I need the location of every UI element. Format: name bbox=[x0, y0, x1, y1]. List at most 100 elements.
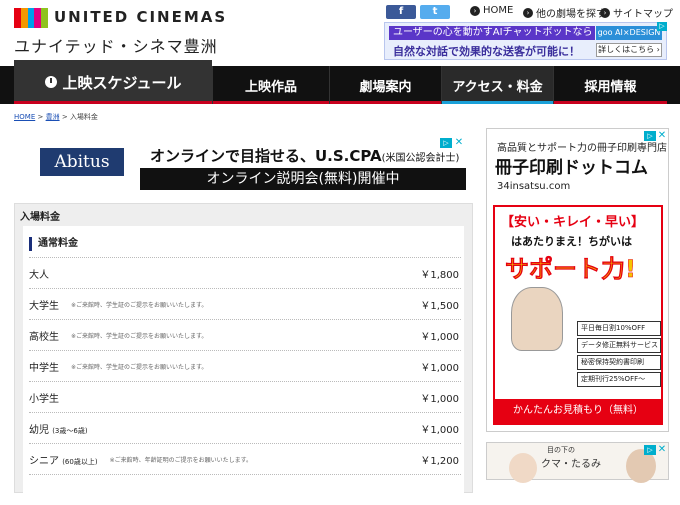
price-row: 中学生 ※ご来館時、学生証のご提示をお願いいたします。 ￥1,000 bbox=[29, 350, 461, 381]
price-row: 幼児 (3歳〜6歳) ￥1,000 bbox=[29, 412, 461, 443]
side-banner-ad-2[interactable]: 目の下の クマ・たるみ ▷ ✕ bbox=[486, 442, 669, 483]
find-theater-label: 他の劇場を探す bbox=[536, 9, 606, 20]
nav-indicator bbox=[14, 101, 212, 104]
banner-line1: ユーザーの心を動かすAIチャットボットなら bbox=[389, 26, 595, 40]
sitemap-link[interactable]: › サイトマップ bbox=[600, 5, 673, 20]
twitter-icon[interactable]: t bbox=[420, 5, 450, 19]
breadcrumb: HOME > 豊洲 > 入場料金 bbox=[14, 112, 98, 122]
home-link[interactable]: › HOME bbox=[470, 5, 513, 16]
side-ad-box: 【安い・キレイ・早い】 はあたりまえ！ちがいは サポート力! 平日毎日割10%O… bbox=[493, 205, 663, 425]
side-ad-headline: 【安い・キレイ・早い】 bbox=[501, 215, 645, 230]
find-theater-link[interactable]: › 他の劇場を探す bbox=[523, 5, 606, 20]
ticket-price: ￥1,000 bbox=[420, 362, 459, 374]
banner-button[interactable]: 詳しくはこちら › bbox=[596, 43, 662, 57]
close-icon[interactable]: ✕ bbox=[454, 138, 464, 148]
ticket-type-sub: (3歳〜6歳) bbox=[52, 426, 88, 435]
ad-choice-icon[interactable]: ▷ bbox=[657, 22, 667, 31]
price-row: 大人 ￥1,800 bbox=[29, 257, 461, 288]
ticket-type-sub: (60歳以上) bbox=[62, 457, 98, 466]
breadcrumb-toyosu[interactable]: 豊洲 bbox=[46, 113, 60, 121]
theater-name: ユナイテッド・シネマ豊洲 bbox=[14, 37, 218, 56]
side-ad-tagline: 高品質とサポート力の冊子印刷専門店 bbox=[497, 143, 667, 154]
ad-headline-main: オンラインで目指せる、U.S.CPA bbox=[150, 147, 382, 165]
nav-schedule-label: 上映スケジュール bbox=[62, 73, 182, 92]
price-row: 大学生 ※ご来館時、学生証のご提示をお願いいたします。 ￥1,500 bbox=[29, 288, 461, 319]
nav-schedule[interactable]: 上映スケジュール bbox=[14, 60, 212, 104]
price-table: 通常料金 大人 ￥1,800 大学生 ※ご来館時、学生証のご提示をお願いいたしま… bbox=[23, 226, 464, 496]
banner-brand: goo AI×DESIGN bbox=[596, 26, 662, 40]
feature-item: 定期刊行25%OFF〜 bbox=[577, 372, 661, 387]
price-row: 高校生 ※ご来館時、学生証のご提示をお願いいたします。 ￥1,000 bbox=[29, 319, 461, 350]
breadcrumb-current: 入場料金 bbox=[69, 113, 98, 121]
home-icon: › bbox=[470, 5, 480, 16]
feature-list: 平日毎日割10%OFF データ修正無料サービス 秘密保持契約書印刷 定期刊行25… bbox=[577, 321, 661, 389]
nav-indicator bbox=[554, 101, 667, 104]
nav-indicator bbox=[213, 101, 329, 104]
clock-icon bbox=[44, 76, 57, 88]
person-image bbox=[509, 453, 537, 483]
ad-choice-icon[interactable]: ▷ bbox=[644, 445, 656, 455]
nav-indicator bbox=[442, 101, 553, 104]
ticket-note: ※ご来館時、学生証のご提示をお願いいたします。 bbox=[71, 363, 208, 371]
ticket-type: 幼児 (3歳〜6歳) bbox=[29, 421, 88, 436]
nav-movies[interactable]: 上映作品 bbox=[212, 66, 329, 104]
estimate-button[interactable]: かんたんお見積もり（無料） bbox=[495, 399, 661, 423]
sitemap-label: サイトマップ bbox=[613, 9, 673, 20]
ticket-type: 中学生 bbox=[29, 362, 59, 374]
price-row: シニア (60歳以上) ※ご来館時、年齢証明のご提示をお願いいたします。 ￥1,… bbox=[29, 443, 461, 474]
side-ad-sub: はあたりまえ！ちがいは bbox=[511, 235, 632, 248]
main-banner-ad[interactable]: Abitus オンラインで目指せる、U.S.CPA(米国公認会計士) オンライン… bbox=[14, 136, 466, 194]
close-icon[interactable]: ✕ bbox=[657, 445, 667, 455]
facebook-icon[interactable]: f bbox=[386, 5, 416, 19]
ticket-type: シニア (60歳以上) bbox=[29, 452, 98, 467]
ticket-price: ￥1,500 bbox=[420, 300, 459, 312]
ticket-price: ￥1,000 bbox=[420, 424, 459, 436]
breadcrumb-separator: > bbox=[37, 113, 44, 121]
side-ad2-line2: クマ・たるみ bbox=[541, 459, 601, 470]
ticket-type: 小学生 bbox=[29, 393, 59, 405]
ad-headline: オンラインで目指せる、U.S.CPA(米国公認会計士) bbox=[150, 145, 459, 166]
ticket-note: ※ご来館時、学生証のご提示をお願いいたします。 bbox=[71, 332, 208, 340]
ticket-type: 大人 bbox=[29, 269, 49, 281]
main-nav: 上映スケジュール 上映作品 劇場案内 アクセス・料金 採用情報 bbox=[0, 60, 680, 104]
ticket-price: ￥1,800 bbox=[420, 269, 459, 281]
side-ad-url: 34insatsu.com bbox=[497, 181, 571, 192]
home-link-label: HOME bbox=[483, 5, 514, 16]
ticket-note: ※ご来館時、年齢証明のご提示をお願いいたします。 bbox=[109, 456, 252, 464]
ticket-note: ※ご来館時、学生証のご提示をお願いいたします。 bbox=[71, 301, 208, 309]
ad-choice-icon[interactable]: ▷ bbox=[440, 138, 452, 148]
nav-theater-info[interactable]: 劇場案内 bbox=[329, 66, 441, 104]
breadcrumb-separator: > bbox=[61, 113, 68, 121]
side-ad2-line1: 目の下の bbox=[547, 446, 575, 454]
nav-recruit-label: 採用情報 bbox=[584, 79, 637, 95]
nav-access-label: アクセス・料金 bbox=[452, 79, 543, 95]
ticket-type-name: シニア bbox=[29, 455, 59, 467]
site-header: UNITED CINEMAS ユナイテッド・シネマ豊洲 f t › HOME ›… bbox=[0, 0, 680, 66]
ticket-price: ￥1,200 bbox=[420, 455, 459, 467]
logo-text[interactable]: UNITED CINEMAS bbox=[54, 8, 227, 26]
nav-access-price[interactable]: アクセス・料金 bbox=[441, 66, 553, 104]
nav-movies-label: 上映作品 bbox=[244, 79, 297, 95]
breadcrumb-home[interactable]: HOME bbox=[14, 113, 35, 121]
banner-line2: 自然な対話で効果的な送客が可能に！ bbox=[393, 45, 580, 58]
person-image bbox=[511, 287, 563, 351]
side-ad-big: サポート力! bbox=[505, 255, 636, 284]
nav-indicator bbox=[330, 101, 441, 104]
price-row bbox=[29, 474, 461, 505]
ad-headline-sub: (米国公認会計士) bbox=[381, 153, 460, 164]
panel-title: 入場料金 bbox=[20, 212, 60, 223]
section-title: 通常料金 bbox=[29, 237, 78, 251]
ticket-type-name: 幼児 bbox=[29, 424, 49, 436]
top-banner-ad[interactable]: ユーザーの心を動かすAIチャットボットなら 自然な対話で効果的な送客が可能に！ … bbox=[384, 22, 667, 60]
ticket-type: 高校生 bbox=[29, 331, 59, 343]
feature-item: 平日毎日割10%OFF bbox=[577, 321, 661, 336]
feature-item: データ修正無料サービス bbox=[577, 338, 661, 353]
nav-theater-label: 劇場案内 bbox=[359, 79, 412, 95]
side-banner-ad[interactable]: ▷ ✕ 高品質とサポート力の冊子印刷専門店 冊子印刷ドットコム 34insats… bbox=[486, 128, 669, 432]
nav-recruit[interactable]: 採用情報 bbox=[553, 66, 667, 104]
feature-item: 秘密保持契約書印刷 bbox=[577, 355, 661, 370]
side-ad-title: 冊子印刷ドットコム bbox=[495, 158, 648, 178]
logo-mark[interactable] bbox=[14, 8, 48, 28]
ad-brand-logo: Abitus bbox=[40, 148, 124, 176]
price-panel: 入場料金 通常料金 大人 ￥1,800 大学生 ※ご来館時、学生証のご提示をお願… bbox=[14, 203, 473, 496]
